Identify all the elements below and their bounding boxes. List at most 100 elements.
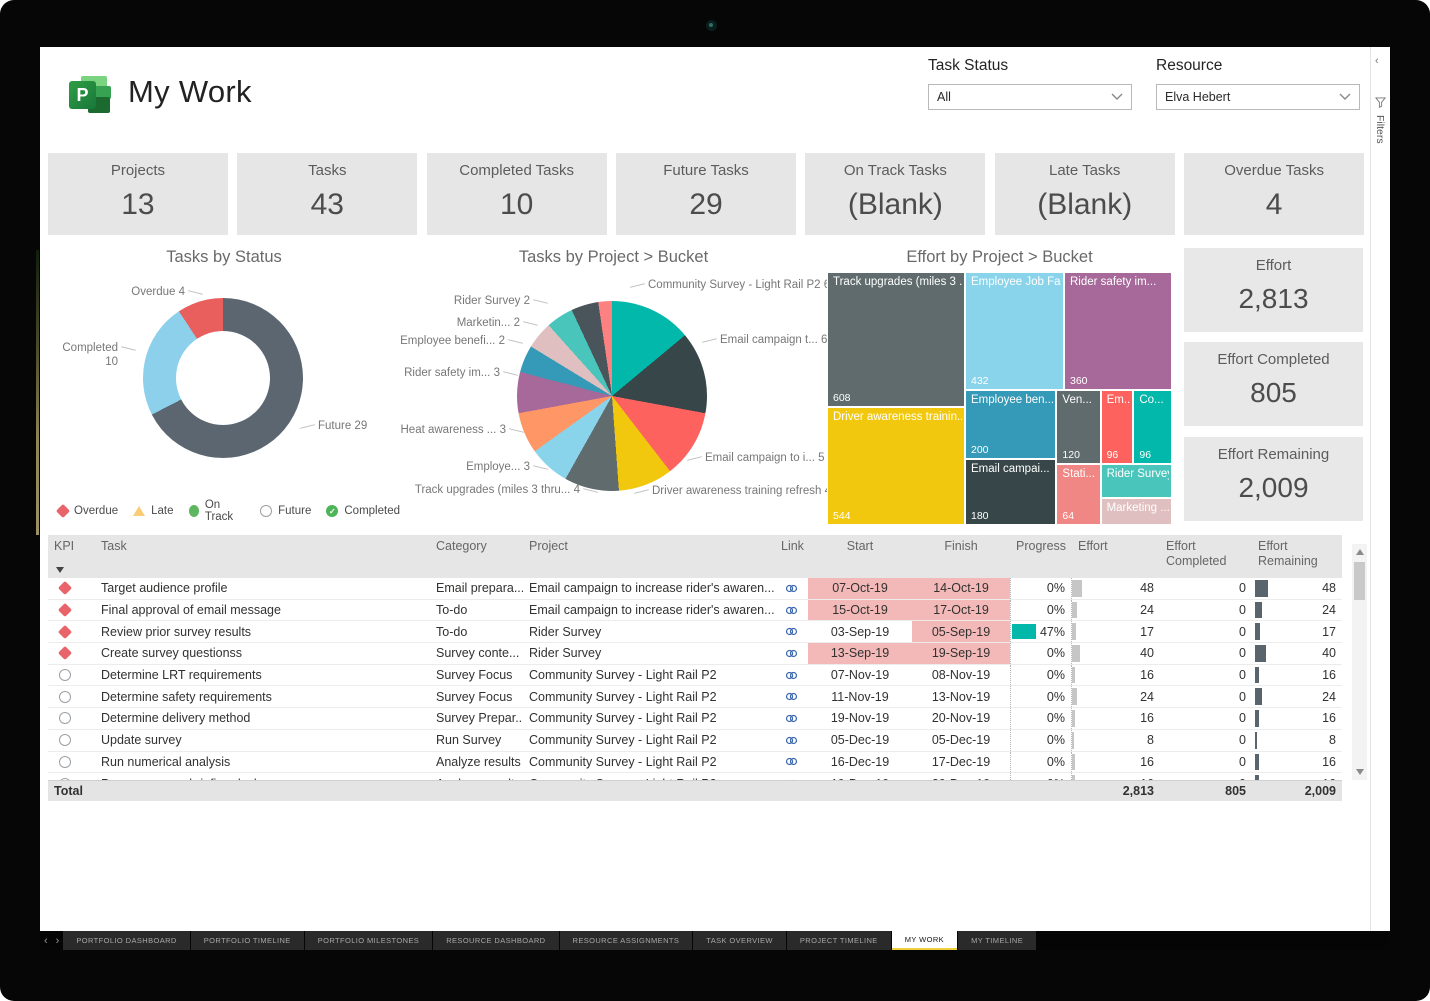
table-row[interactable]: Update survey Run Survey Community Surve… bbox=[48, 730, 1342, 752]
kpi-status-icon bbox=[59, 734, 71, 746]
column-header[interactable]: KPI bbox=[48, 535, 95, 554]
column-header[interactable]: Start bbox=[808, 535, 912, 554]
treemap-cell[interactable]: Marketing ... bbox=[1101, 498, 1172, 525]
kpi-card[interactable]: Late Tasks (Blank) bbox=[995, 153, 1175, 235]
treemap-cell[interactable]: Stati...64 bbox=[1056, 464, 1100, 525]
table-row[interactable]: Run numerical analysis Analyze results C… bbox=[48, 752, 1342, 774]
kpi-card[interactable]: Tasks 43 bbox=[237, 153, 417, 235]
column-header[interactable]: Progress bbox=[1010, 535, 1072, 554]
kpi-status-cell bbox=[48, 773, 95, 780]
kpi-card[interactable]: Projects 13 bbox=[48, 153, 228, 235]
report-page-tab[interactable]: PORTFOLIO MILESTONES bbox=[305, 931, 433, 950]
progress-cell: 47% bbox=[1010, 621, 1072, 642]
link-icon[interactable] bbox=[785, 669, 798, 682]
card-tasks-by-status[interactable]: Tasks by Status Overdue 4 Completed 10 F… bbox=[48, 245, 400, 525]
table-row[interactable]: Determine delivery method Survey Prepar.… bbox=[48, 708, 1342, 730]
link-icon[interactable] bbox=[785, 604, 798, 617]
legend-item[interactable]: ✓ Completed bbox=[326, 505, 400, 517]
table-row[interactable]: Determine LRT requirements Survey Focus … bbox=[48, 665, 1342, 687]
legend-item[interactable]: Future bbox=[260, 505, 311, 517]
pie-chart bbox=[517, 301, 707, 491]
link-icon[interactable] bbox=[785, 690, 798, 703]
scroll-up-icon[interactable] bbox=[1356, 549, 1364, 555]
report-page-tab[interactable]: PORTFOLIO DASHBOARD bbox=[63, 931, 189, 950]
legend-item[interactable]: Late bbox=[133, 505, 173, 517]
project-cell: Community Survey - Light Rail P2 bbox=[523, 773, 775, 780]
report-page-tab[interactable]: TASK OVERVIEW bbox=[693, 931, 786, 950]
effort-remaining-card[interactable]: Effort Remaining 2,009 bbox=[1184, 437, 1363, 521]
table-row[interactable]: Prepare survey briefing deck Analyze res… bbox=[48, 773, 1342, 780]
scroll-down-icon[interactable] bbox=[1356, 769, 1364, 775]
treemap-cell[interactable]: Ven...120 bbox=[1056, 390, 1100, 465]
scrollbar-thumb[interactable] bbox=[1354, 562, 1365, 600]
kpi-card[interactable]: Future Tasks 29 bbox=[616, 153, 796, 235]
resource-dropdown[interactable]: Elva Hebert bbox=[1156, 84, 1360, 110]
legend-item[interactable]: Overdue bbox=[58, 505, 118, 517]
task-status-dropdown[interactable]: All bbox=[928, 84, 1132, 110]
treemap-cell[interactable]: Co...96 bbox=[1133, 390, 1172, 465]
link-icon[interactable] bbox=[785, 777, 798, 780]
table-row[interactable]: Determine safety requirements Survey Foc… bbox=[48, 686, 1342, 708]
link-icon[interactable] bbox=[785, 582, 798, 595]
effort-card[interactable]: Effort 2,813 bbox=[1184, 248, 1363, 332]
kpi-filter-arrow[interactable] bbox=[56, 567, 64, 573]
kpi-card[interactable]: Completed Tasks 10 bbox=[427, 153, 607, 235]
treemap-cell[interactable]: Employee ben...200 bbox=[965, 390, 1056, 460]
column-header[interactable]: Category bbox=[430, 535, 523, 554]
link-icon[interactable] bbox=[785, 755, 798, 768]
treemap-title: Effort by Project > Bucket bbox=[827, 248, 1172, 267]
card-effort-by-project[interactable]: Effort by Project > Bucket Track upgrade… bbox=[827, 245, 1172, 527]
kpi-status-icon bbox=[58, 625, 72, 639]
treemap-cell[interactable]: Em...96 bbox=[1101, 390, 1134, 465]
card-tasks-by-project[interactable]: Tasks by Project > Bucket Community Surv… bbox=[400, 245, 827, 525]
effort-bar bbox=[1072, 580, 1082, 597]
table-scrollbar[interactable] bbox=[1352, 544, 1367, 780]
link-icon[interactable] bbox=[785, 712, 798, 725]
pie-callout: Rider Survey 2 bbox=[418, 294, 530, 308]
column-header[interactable]: Finish bbox=[912, 535, 1010, 554]
effort-completed-card[interactable]: Effort Completed 805 bbox=[1184, 342, 1363, 426]
kpi-card[interactable]: Overdue Tasks 4 bbox=[1184, 153, 1364, 235]
table-row[interactable]: Target audience profile Email prepara...… bbox=[48, 578, 1342, 600]
treemap-cell[interactable]: Rider safety im...360 bbox=[1064, 272, 1172, 390]
legend-shape-icon bbox=[260, 505, 272, 517]
table-row[interactable]: Final approval of email message To-do Em… bbox=[48, 600, 1342, 622]
report-page-tab[interactable]: MY TIMELINE bbox=[958, 931, 1036, 950]
filters-collapse-icon[interactable]: ‹ bbox=[1375, 55, 1379, 67]
table-row[interactable]: Review prior survey results To-do Rider … bbox=[48, 621, 1342, 643]
report-page-tab[interactable]: MY WORK bbox=[892, 931, 957, 950]
report-page-tab[interactable]: PORTFOLIO TIMELINE bbox=[191, 931, 304, 950]
column-header[interactable]: Effort Remaining bbox=[1252, 535, 1342, 569]
legend-shape-icon bbox=[56, 504, 70, 518]
report-page-tab[interactable]: RESOURCE ASSIGNMENTS bbox=[560, 931, 693, 950]
donut-callout-future: Future 29 bbox=[318, 419, 388, 433]
link-icon[interactable] bbox=[785, 734, 798, 747]
report-page-tab[interactable]: PROJECT TIMELINE bbox=[787, 931, 891, 950]
treemap-cell[interactable]: Driver awareness trainin...544 bbox=[827, 407, 965, 525]
treemap-cell[interactable]: Employee Job Fair432 bbox=[965, 272, 1064, 390]
pie-callout: Track upgrades (miles 3 thru... 4 bbox=[400, 483, 580, 497]
table-body: Target audience profile Email prepara...… bbox=[48, 578, 1342, 780]
effort-completed-cell: 0 bbox=[1160, 686, 1252, 707]
tab-nav-prev-icon[interactable]: ‹ bbox=[40, 931, 52, 950]
treemap-cell[interactable]: Email campai...180 bbox=[965, 459, 1056, 525]
report-page-tab[interactable]: RESOURCE DASHBOARD bbox=[433, 931, 558, 950]
remaining-bar bbox=[1255, 623, 1260, 640]
column-header[interactable]: Project bbox=[523, 535, 775, 554]
link-icon[interactable] bbox=[785, 625, 798, 638]
column-header[interactable]: Task bbox=[95, 535, 430, 554]
webcam-dot bbox=[706, 20, 717, 31]
treemap-cell[interactable]: Rider Survey bbox=[1101, 464, 1172, 498]
column-header[interactable]: Effort Completed bbox=[1160, 535, 1252, 569]
category-cell: To-do bbox=[430, 621, 523, 642]
legend-item[interactable]: On Track bbox=[189, 499, 246, 523]
link-cell bbox=[775, 773, 808, 780]
column-header[interactable]: Link bbox=[775, 535, 808, 554]
link-icon[interactable] bbox=[785, 647, 798, 660]
kpi-card[interactable]: On Track Tasks (Blank) bbox=[805, 153, 985, 235]
finish-date-cell: 20-Dec-19 bbox=[912, 773, 1010, 780]
column-header[interactable]: Effort bbox=[1072, 535, 1160, 554]
table-row[interactable]: Create survey questionss Survey conte...… bbox=[48, 643, 1342, 665]
treemap-cell[interactable]: Track upgrades (miles 3 ...608 bbox=[827, 272, 965, 407]
tab-nav-next-icon[interactable]: › bbox=[52, 931, 64, 950]
